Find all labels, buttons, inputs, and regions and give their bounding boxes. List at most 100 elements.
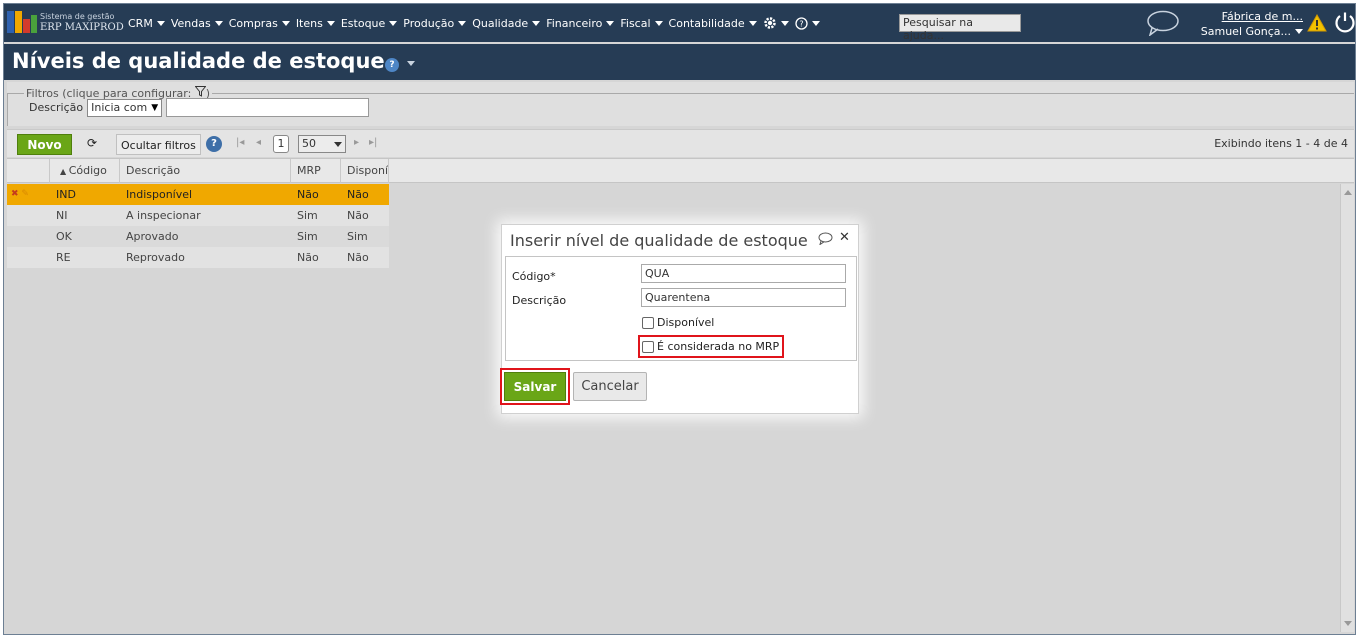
cell-descricao: A inspecionar bbox=[126, 209, 201, 222]
cell-codigo: RE bbox=[56, 251, 71, 264]
disponivel-option[interactable]: Disponível bbox=[642, 316, 714, 329]
help-search-input[interactable]: Pesquisar na ajuda... bbox=[899, 14, 1021, 42]
insert-quality-level-dialog: Inserir nível de qualidade de estoque ✕ … bbox=[500, 224, 859, 414]
menu-itens[interactable]: Itens bbox=[296, 17, 335, 30]
menu-financeiro[interactable]: Financeiro bbox=[546, 17, 615, 30]
svg-text:?: ? bbox=[799, 19, 803, 28]
chevron-down-icon[interactable] bbox=[407, 61, 415, 66]
filter-value-input[interactable] bbox=[166, 98, 370, 117]
refresh-icon[interactable]: ⟳ bbox=[87, 136, 97, 150]
filter-label: Descrição bbox=[29, 101, 84, 114]
menu-fiscal[interactable]: Fiscal bbox=[620, 17, 663, 30]
column-header-mrp[interactable]: MRP bbox=[291, 159, 341, 183]
codigo-field[interactable]: QUA bbox=[641, 264, 846, 283]
menu-crm[interactable]: CRM bbox=[128, 17, 165, 30]
delete-icon[interactable]: ✖ bbox=[11, 189, 19, 199]
save-button[interactable]: Salvar bbox=[504, 372, 566, 401]
row-actions-header bbox=[7, 159, 50, 183]
codigo-label: Código* bbox=[512, 270, 556, 283]
help-circle-icon: ? bbox=[794, 16, 808, 30]
edit-pencil-icon[interactable]: ✎ bbox=[21, 189, 29, 199]
menu-help[interactable]: ? bbox=[794, 16, 820, 30]
cell-codigo: IND bbox=[56, 188, 76, 201]
power-icon[interactable] bbox=[1334, 11, 1356, 33]
chevron-down-icon bbox=[389, 20, 398, 26]
page-title: Níveis de qualidade de estoque bbox=[12, 49, 385, 73]
new-button[interactable]: Novo bbox=[17, 134, 72, 155]
chevron-down-icon bbox=[532, 20, 541, 26]
hide-filters-button[interactable]: Ocultar filtros bbox=[116, 134, 201, 155]
chevron-down-icon bbox=[326, 20, 335, 26]
table-row[interactable]: OK Aprovado Sim Sim bbox=[7, 226, 389, 247]
user-menu[interactable]: Fábrica de m... Samuel Gonça... bbox=[1197, 10, 1303, 38]
page-size-select[interactable]: 50 bbox=[298, 135, 346, 153]
cell-mrp: Sim bbox=[297, 230, 318, 243]
comment-icon[interactable] bbox=[818, 232, 833, 245]
cell-mrp: Sim bbox=[297, 209, 318, 222]
table-row[interactable]: RE Reprovado Não Não bbox=[7, 247, 389, 268]
vertical-scrollbar[interactable] bbox=[1340, 184, 1354, 632]
column-header-descricao[interactable]: Descrição bbox=[120, 159, 291, 183]
column-header-codigo[interactable]: ▲ Código bbox=[50, 159, 120, 183]
sort-ascending-icon: ▲ bbox=[60, 167, 69, 176]
main-menu: CRM Vendas Compras Itens Estoque Produçã… bbox=[128, 16, 826, 30]
menu-contabilidade[interactable]: Contabilidade bbox=[669, 17, 757, 30]
descricao-field[interactable]: Quarentena bbox=[641, 288, 846, 307]
cancel-button[interactable]: Cancelar bbox=[573, 372, 647, 401]
cell-codigo: OK bbox=[56, 230, 72, 243]
scroll-down-icon[interactable] bbox=[1344, 621, 1352, 626]
filter-row: Descrição Inicia com ▼ bbox=[29, 98, 370, 117]
table-row[interactable]: ✖ ✎ IND Indisponível Não Não bbox=[7, 184, 389, 205]
menu-settings[interactable] bbox=[763, 16, 789, 30]
table-row[interactable]: NI A inspecionar Sim Não bbox=[7, 205, 389, 226]
disponivel-checkbox[interactable] bbox=[642, 316, 654, 329]
chevron-down-icon bbox=[214, 20, 223, 26]
page-help-icon[interactable]: ? bbox=[385, 58, 399, 72]
chevron-down-icon bbox=[156, 20, 165, 26]
cell-disponivel: Não bbox=[347, 251, 369, 264]
chevron-down-icon: ▼ bbox=[151, 102, 159, 113]
brand-name[interactable]: Sistema de gestão ERP MAXIPROD bbox=[40, 11, 124, 33]
chat-bubble-icon[interactable] bbox=[1146, 10, 1180, 36]
descricao-label: Descrição bbox=[512, 294, 567, 307]
menu-producao[interactable]: Produção bbox=[403, 17, 467, 30]
filter-operator-select[interactable]: Inicia com ▼ bbox=[87, 98, 163, 117]
cell-descricao: Reprovado bbox=[126, 251, 185, 264]
cell-disponivel: Sim bbox=[347, 230, 368, 243]
prev-page-icon[interactable]: ◂ bbox=[256, 137, 261, 148]
filters-panel: Filtros (clique para configurar: ) Descr… bbox=[7, 82, 1354, 126]
help-icon[interactable]: ? bbox=[206, 136, 222, 152]
brand-title: ERP MAXIPROD bbox=[40, 22, 124, 33]
warning-icon[interactable] bbox=[1307, 14, 1327, 32]
menu-vendas[interactable]: Vendas bbox=[171, 17, 223, 30]
app-window: Sistema de gestão ERP MAXIPROD CRM Venda… bbox=[3, 3, 1356, 635]
next-page-icon[interactable]: ▸ bbox=[354, 137, 359, 148]
funnel-icon[interactable] bbox=[194, 86, 207, 97]
menu-estoque[interactable]: Estoque bbox=[341, 17, 398, 30]
chevron-down-icon bbox=[780, 20, 789, 26]
first-page-icon[interactable]: |◂ bbox=[236, 137, 244, 148]
scroll-up-icon[interactable] bbox=[1344, 190, 1352, 195]
menu-qualidade[interactable]: Qualidade bbox=[472, 17, 541, 30]
chevron-down-icon bbox=[281, 20, 290, 26]
maxiprod-logo-icon[interactable] bbox=[7, 11, 37, 33]
page-number-input[interactable]: 1 bbox=[273, 135, 289, 153]
mrp-checkbox-label: É considerada no MRP bbox=[657, 340, 780, 353]
close-icon[interactable]: ✕ bbox=[839, 230, 850, 245]
cell-descricao: Indisponível bbox=[126, 188, 193, 201]
row-actions: ✖ ✎ bbox=[11, 189, 29, 199]
items-count: Exibindo itens 1 - 4 de 4 bbox=[1214, 137, 1348, 150]
grid-toolbar: Novo ⟳ Ocultar filtros ? |◂ ◂ 1 50 ▸ ▸| … bbox=[7, 129, 1354, 157]
mrp-option[interactable]: É considerada no MRP bbox=[642, 340, 779, 353]
company-link[interactable]: Fábrica de m... bbox=[1197, 10, 1303, 23]
user-name[interactable]: Samuel Gonça... bbox=[1197, 25, 1303, 38]
column-header-disponivel[interactable]: Disponív bbox=[341, 159, 389, 183]
dialog-form: Código* QUA Descrição Quarentena Disponí… bbox=[505, 256, 857, 361]
last-page-icon[interactable]: ▸| bbox=[369, 137, 377, 148]
menu-compras[interactable]: Compras bbox=[229, 17, 290, 30]
page-header: Níveis de qualidade de estoque ? bbox=[4, 44, 1355, 80]
mrp-checkbox[interactable] bbox=[642, 340, 654, 353]
brand-subtitle: Sistema de gestão bbox=[40, 12, 115, 21]
chevron-down-icon bbox=[654, 20, 663, 26]
chevron-down-icon bbox=[606, 20, 615, 26]
